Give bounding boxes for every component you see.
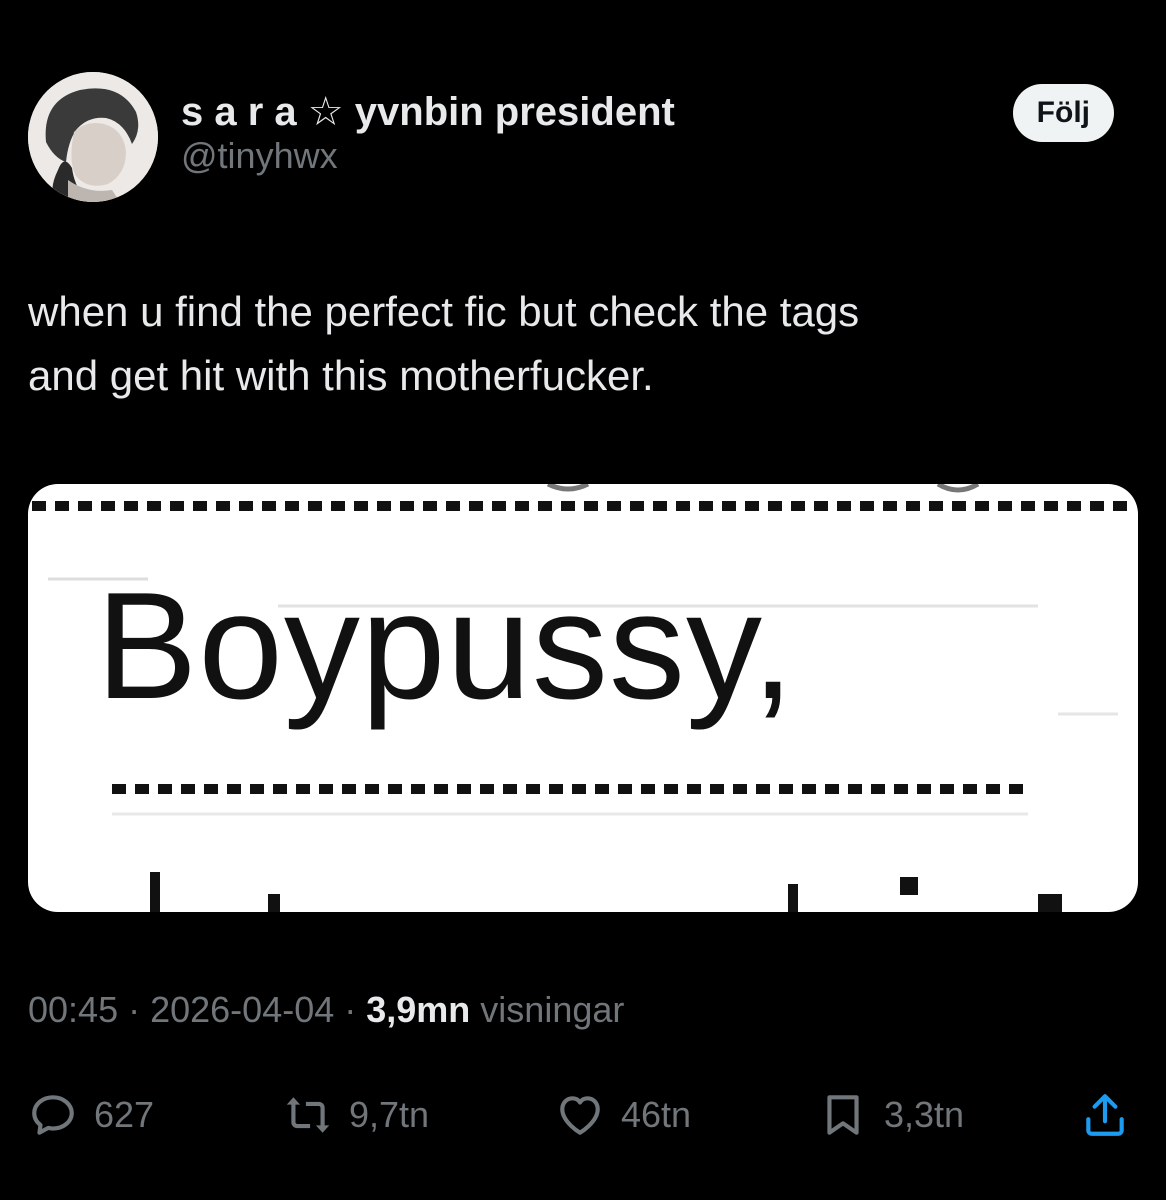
tweet-text-line-1: when u find the perfect fic but check th… bbox=[28, 288, 860, 335]
tweet-metadata: 00:45 · 2026-04-04 · 3,9mn visningar bbox=[28, 989, 625, 1030]
share-icon bbox=[1086, 1094, 1124, 1136]
bookmark-icon bbox=[827, 1095, 859, 1135]
action-bar: 627 9,7tn 46tn 3,3tn bbox=[28, 1080, 1138, 1150]
user-handle[interactable]: @tinyhwx bbox=[181, 134, 675, 178]
tweet-header: s a r a ☆ yvnbin president @tinyhwx Följ bbox=[28, 72, 1138, 204]
reply-button[interactable]: 627 bbox=[28, 1080, 154, 1150]
reply-icon bbox=[32, 1095, 74, 1135]
follow-button[interactable]: Följ bbox=[1012, 84, 1114, 142]
media-word: Boypussy, bbox=[96, 561, 795, 731]
bookmark-count: 3,3tn bbox=[884, 1094, 965, 1135]
tweet-text: when u find the perfect fic but check th… bbox=[28, 280, 1128, 408]
like-button[interactable]: 46tn bbox=[555, 1080, 691, 1150]
star-glyph: ☆ bbox=[307, 90, 344, 134]
share-button[interactable] bbox=[1080, 1080, 1130, 1150]
bookmark-button[interactable]: 3,3tn bbox=[818, 1080, 964, 1150]
like-count: 46tn bbox=[621, 1094, 692, 1135]
tweet-date[interactable]: 2026-04-04 bbox=[150, 989, 334, 1030]
views-label: visningar bbox=[470, 989, 625, 1030]
like-icon bbox=[560, 1096, 600, 1135]
views-count: 3,9mn bbox=[366, 989, 471, 1030]
tweet-time[interactable]: 00:45 bbox=[28, 989, 118, 1030]
reply-count: 627 bbox=[94, 1094, 155, 1135]
display-name[interactable]: s a r a ☆ yvnbin president bbox=[181, 90, 675, 134]
tweet-text-line-2: and get hit with this motherfucker. bbox=[28, 352, 654, 399]
repost-count: 9,7tn bbox=[349, 1094, 430, 1135]
repost-button[interactable]: 9,7tn bbox=[283, 1080, 429, 1150]
avatar[interactable] bbox=[28, 72, 158, 202]
repost-icon bbox=[286, 1097, 330, 1133]
